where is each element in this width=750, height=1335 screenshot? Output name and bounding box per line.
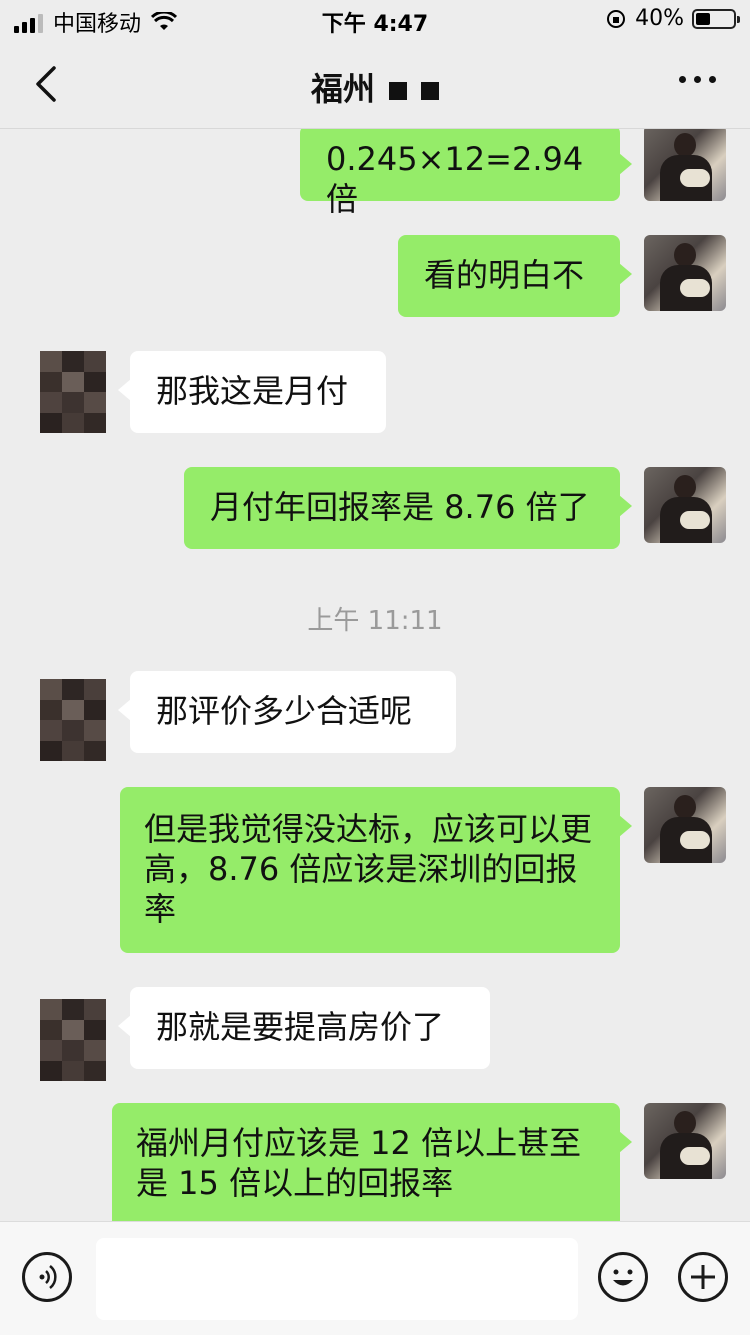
contact-avatar[interactable]	[40, 679, 106, 761]
my-avatar[interactable]	[644, 235, 726, 311]
rotation-lock-icon	[607, 9, 626, 28]
message-text: 看的明白不	[424, 256, 585, 294]
message-bubble-outgoing[interactable]: 但是我觉得没达标，应该可以更高，8.76 倍应该是深圳的回报率	[120, 787, 632, 953]
message-text: 福州月付应该是 12 倍以上甚至是 15 倍以上的回报率	[136, 1124, 582, 1202]
plus-icon[interactable]	[678, 1252, 728, 1302]
message-bubble-outgoing[interactable]: 0.245×12=2.94 倍	[300, 129, 632, 218]
message-bubble-incoming[interactable]: 那评价多少合适呢	[118, 671, 456, 753]
message-text: 那就是要提高房价了	[156, 1008, 445, 1046]
battery-icon	[692, 8, 740, 29]
chat-title-text: 福州	[310, 70, 375, 108]
input-bar	[0, 1221, 750, 1335]
message-timestamp: 上午 11:11	[307, 606, 443, 636]
my-avatar[interactable]	[644, 1103, 726, 1179]
message-text: 那评价多少合适呢	[156, 692, 413, 730]
contact-avatar[interactable]	[40, 351, 106, 433]
message-bubble-incoming[interactable]: 那就是要提高房价了	[118, 987, 490, 1069]
redaction-mark	[389, 82, 407, 100]
contact-avatar[interactable]	[40, 999, 106, 1081]
more-dots-icon[interactable]	[679, 76, 716, 83]
emoji-icon[interactable]	[598, 1252, 648, 1302]
message-bubble-outgoing[interactable]: 月付年回报率是 8.76 倍了	[184, 467, 632, 549]
message-text: 0.245×12=2.94 倍	[326, 140, 584, 218]
message-list[interactable]: 0.245×12=2.94 倍 看的明白不 那我这是月付 月付年回报率是 8.7…	[0, 129, 750, 1221]
voice-icon[interactable]	[22, 1252, 72, 1302]
my-avatar[interactable]	[644, 467, 726, 543]
message-text: 但是我觉得没达标，应该可以更高，8.76 倍应该是深圳的回报率	[144, 810, 593, 928]
redaction-mark	[421, 82, 439, 100]
status-bar: 中国移动 下午 4:47 40%	[0, 0, 750, 40]
chat-header: 福州	[0, 40, 750, 129]
battery-percent: 40%	[635, 6, 684, 31]
message-bubble-incoming[interactable]: 那我这是月付	[118, 351, 386, 433]
message-input[interactable]	[96, 1238, 578, 1320]
my-avatar[interactable]	[644, 129, 726, 201]
my-avatar[interactable]	[644, 787, 726, 863]
status-right: 40%	[605, 6, 740, 31]
message-text: 月付年回报率是 8.76 倍了	[210, 488, 590, 526]
message-bubble-outgoing[interactable]: 看的明白不	[398, 235, 632, 317]
message-text: 那我这是月付	[156, 372, 349, 410]
message-bubble-outgoing[interactable]: 福州月付应该是 12 倍以上甚至是 15 倍以上的回报率	[112, 1103, 632, 1221]
chat-title: 福州	[0, 64, 750, 110]
